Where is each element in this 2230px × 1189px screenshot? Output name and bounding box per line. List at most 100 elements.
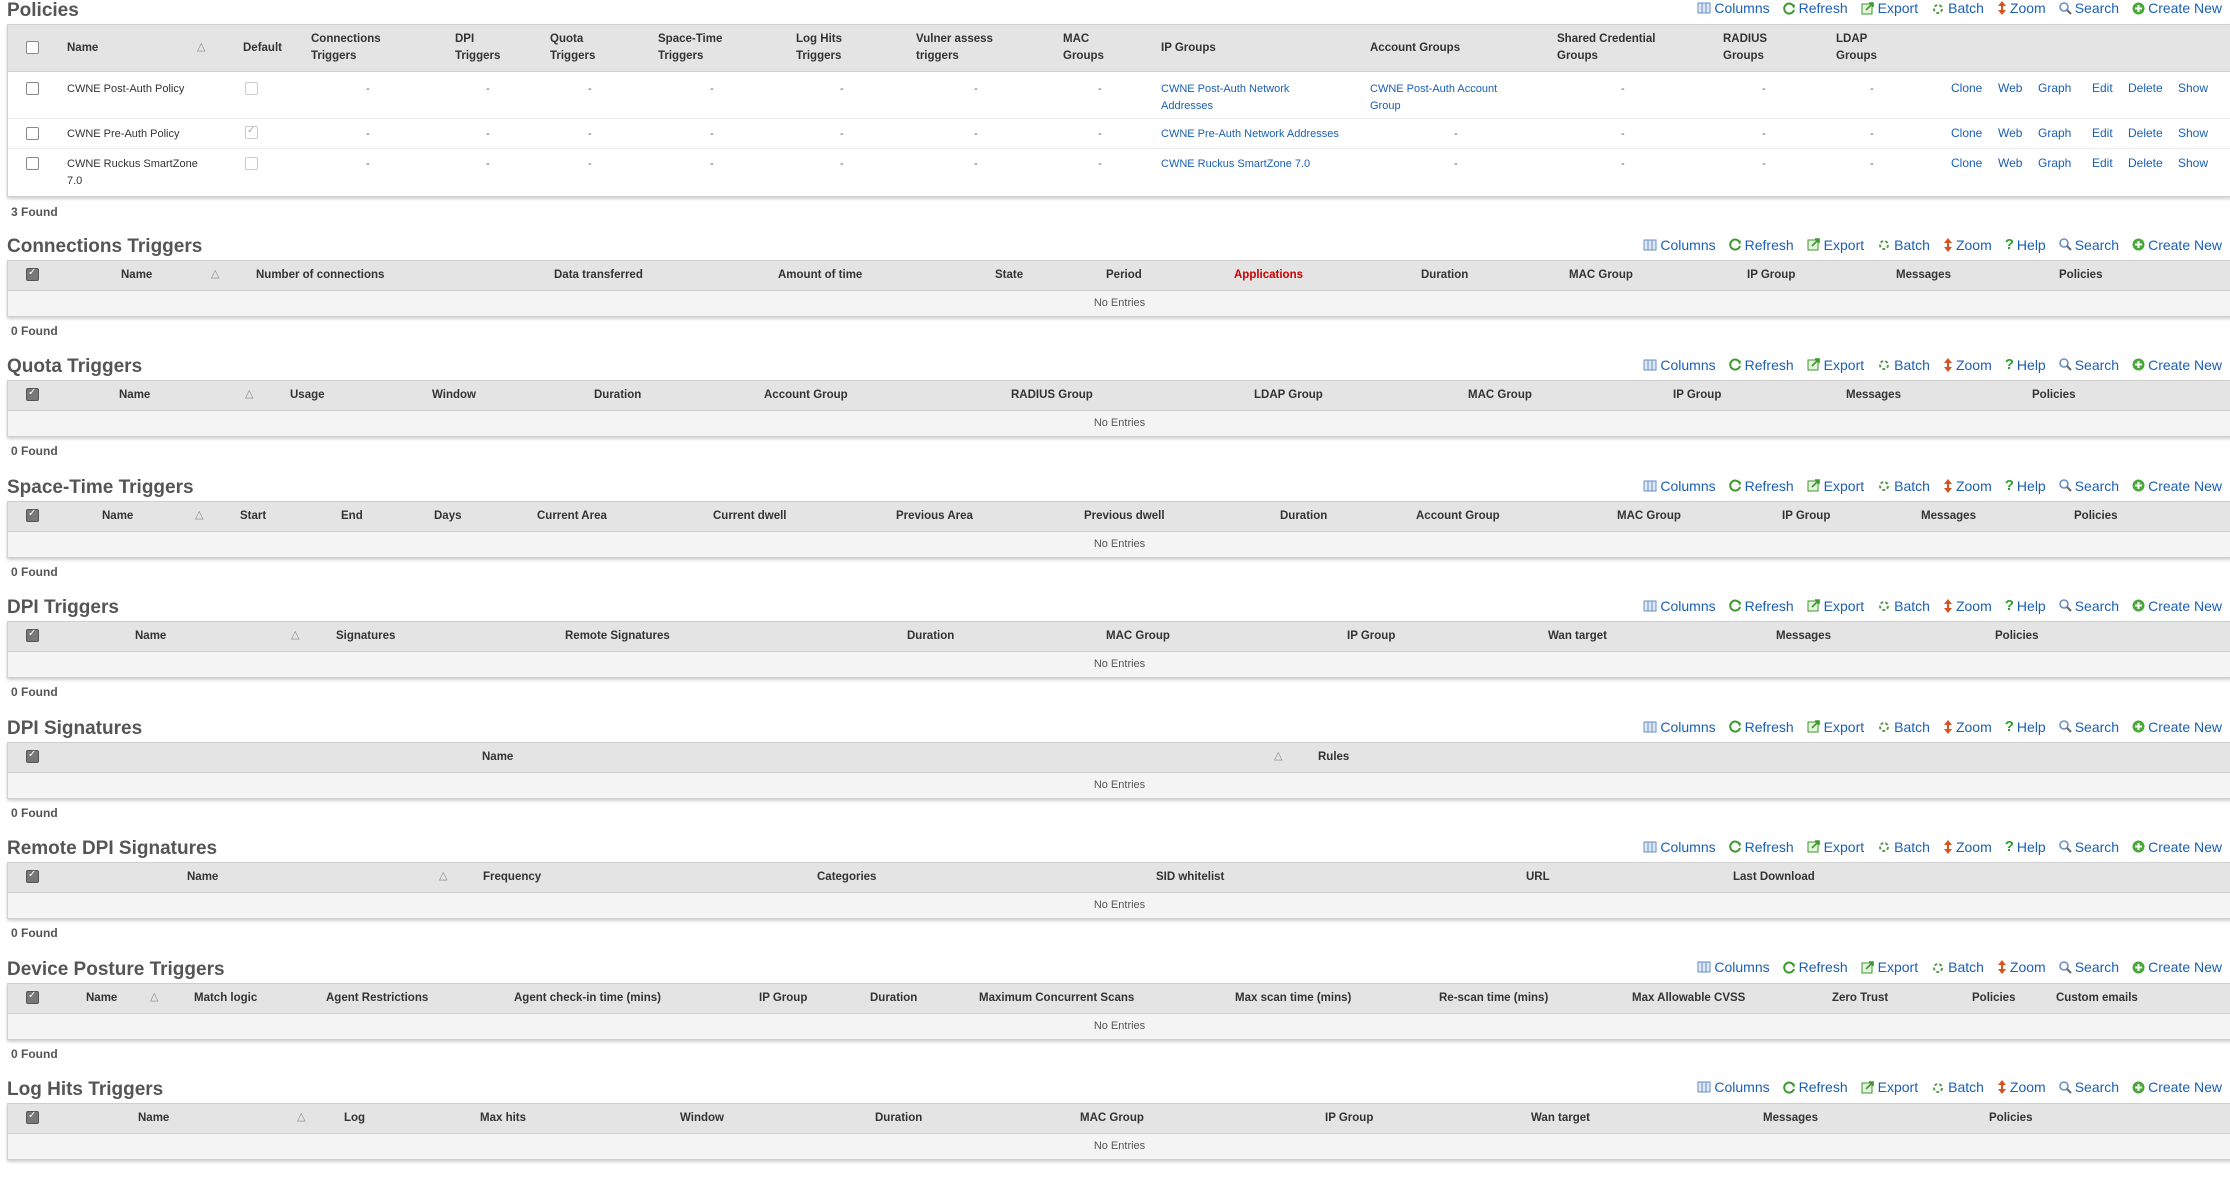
search-button[interactable]: Search [2058,959,2119,975]
sort-icon[interactable]: △ [1274,749,1282,762]
refresh-button[interactable]: Refresh [1728,719,1794,735]
zoom-button[interactable]: Zoom [1943,237,1992,253]
export-button[interactable]: Export [1807,237,1864,253]
web-link[interactable]: Web [1998,156,2022,170]
col-re-scan-time-mins[interactable]: Re-scan time (mins) [1439,990,1548,1007]
col-applications[interactable]: Applications [1234,267,1303,284]
account-group-link[interactable]: CWNE Post-Auth Account Group [1370,81,1497,115]
col-remote-signatures[interactable]: Remote Signatures [565,628,670,645]
sort-icon[interactable]: △ [245,387,253,400]
batch-button[interactable]: Batch [1931,1079,1984,1095]
col-account-groups[interactable]: Account Groups [1370,40,1460,57]
edit-link[interactable]: Edit [2092,126,2113,140]
delete-link[interactable]: Delete [2128,126,2163,140]
create-new-button[interactable]: Create New [2132,0,2222,16]
col-url[interactable]: URL [1526,869,1550,886]
col-name[interactable]: Name [482,749,513,766]
col-messages[interactable]: Messages [1776,628,1831,645]
sort-icon[interactable]: △ [150,990,158,1003]
select-all-checkbox[interactable] [26,869,39,883]
col-last-download[interactable]: Last Download [1733,869,1815,886]
create-new-button[interactable]: Create New [2132,357,2222,373]
search-button[interactable]: Search [2058,0,2119,16]
ip-group-link[interactable]: CWNE Ruckus SmartZone 7.0 [1161,156,1310,173]
search-button[interactable]: Search [2058,719,2119,735]
edit-link[interactable]: Edit [2092,156,2113,170]
col-space-time-triggers[interactable]: Space-Time Triggers [658,31,722,65]
create-new-button[interactable]: Create New [2132,719,2222,735]
row-checkbox[interactable] [26,157,39,170]
create-new-button[interactable]: Create New [2132,959,2222,975]
col-maximum-concurrent-scans[interactable]: Maximum Concurrent Scans [979,990,1134,1007]
show-link[interactable]: Show [2178,126,2208,140]
col-ip-group[interactable]: IP Group [1347,628,1395,645]
edit-link[interactable]: Edit [2092,81,2113,95]
col-log[interactable]: Log [344,1110,365,1127]
col-ip-group[interactable]: IP Group [1782,508,1830,525]
col-messages[interactable]: Messages [1896,267,1951,284]
search-button[interactable]: Search [2058,357,2119,373]
search-button[interactable]: Search [2058,1079,2119,1095]
col-messages[interactable]: Messages [1763,1110,1818,1127]
col-number-of-connections[interactable]: Number of connections [256,267,384,284]
create-new-button[interactable]: Create New [2132,598,2222,614]
col-state[interactable]: State [995,267,1023,284]
col-ip-group[interactable]: IP Group [1325,1110,1373,1127]
col-end[interactable]: End [341,508,363,525]
search-button[interactable]: Search [2058,598,2119,614]
refresh-button[interactable]: Refresh [1782,1079,1848,1095]
select-all-checkbox[interactable] [26,387,39,401]
zoom-button[interactable]: Zoom [1997,1079,2046,1095]
col-policies[interactable]: Policies [2059,267,2102,284]
col-messages[interactable]: Messages [1921,508,1976,525]
col-dpi-triggers[interactable]: DPI Triggers [455,31,500,65]
columns-button[interactable]: Columns [1643,598,1716,614]
col-wan-target[interactable]: Wan target [1548,628,1607,645]
col-name[interactable]: Name [67,40,98,57]
col-mac-group[interactable]: MAC Group [1468,387,1532,404]
batch-button[interactable]: Batch [1931,0,1984,16]
select-all-checkbox[interactable] [26,267,39,281]
search-button[interactable]: Search [2058,478,2119,494]
col-account-group[interactable]: Account Group [1416,508,1500,525]
row-checkbox[interactable] [26,82,39,95]
col-ip-group[interactable]: IP Group [1747,267,1795,284]
zoom-button[interactable]: Zoom [1997,959,2046,975]
export-button[interactable]: Export [1807,478,1864,494]
zoom-button[interactable]: Zoom [1943,719,1992,735]
col-agent-check-in-time-mins[interactable]: Agent check-in time (mins) [514,990,661,1007]
col-duration[interactable]: Duration [594,387,641,404]
show-link[interactable]: Show [2178,81,2208,95]
table-row[interactable]: CWNE Post-Auth Policy - - - - - - - CWNE… [8,72,2230,119]
columns-button[interactable]: Columns [1697,1079,1770,1095]
col-quota-triggers[interactable]: Quota Triggers [550,31,595,65]
columns-button[interactable]: Columns [1643,237,1716,253]
web-link[interactable]: Web [1998,81,2022,95]
col-policies[interactable]: Policies [1972,990,2015,1007]
table-row[interactable]: CWNE Pre-Auth Policy - - - - - - - CWNE … [8,118,2230,149]
select-all-checkbox[interactable] [26,1110,39,1124]
col-usage[interactable]: Usage [290,387,325,404]
create-new-button[interactable]: Create New [2132,839,2222,855]
col-zero-trust[interactable]: Zero Trust [1832,990,1888,1007]
col-duration[interactable]: Duration [907,628,954,645]
help-button[interactable]: ? Help [2005,838,2046,855]
col-duration[interactable]: Duration [870,990,917,1007]
help-button[interactable]: ? Help [2005,356,2046,373]
export-button[interactable]: Export [1861,1079,1918,1095]
col-name[interactable]: Name [121,267,152,284]
col-window[interactable]: Window [680,1110,724,1127]
col-ip-groups[interactable]: IP Groups [1161,40,1216,57]
batch-button[interactable]: Batch [1877,237,1930,253]
col-max-allowable-cvss[interactable]: Max Allowable CVSS [1632,990,1745,1007]
refresh-button[interactable]: Refresh [1782,0,1848,16]
clone-link[interactable]: Clone [1951,156,1982,170]
col-ldap-groups[interactable]: LDAP Groups [1836,31,1877,65]
col-data-transferred[interactable]: Data transferred [554,267,643,284]
ip-group-link[interactable]: CWNE Post-Auth Network Addresses [1161,81,1289,115]
table-row[interactable]: CWNE Ruckus SmartZone 7.0 - - - - - - - C… [8,148,2230,194]
col-radius-group[interactable]: RADIUS Group [1011,387,1093,404]
select-all-checkbox[interactable] [26,41,39,54]
zoom-button[interactable]: Zoom [1943,478,1992,494]
col-policies[interactable]: Policies [2074,508,2117,525]
